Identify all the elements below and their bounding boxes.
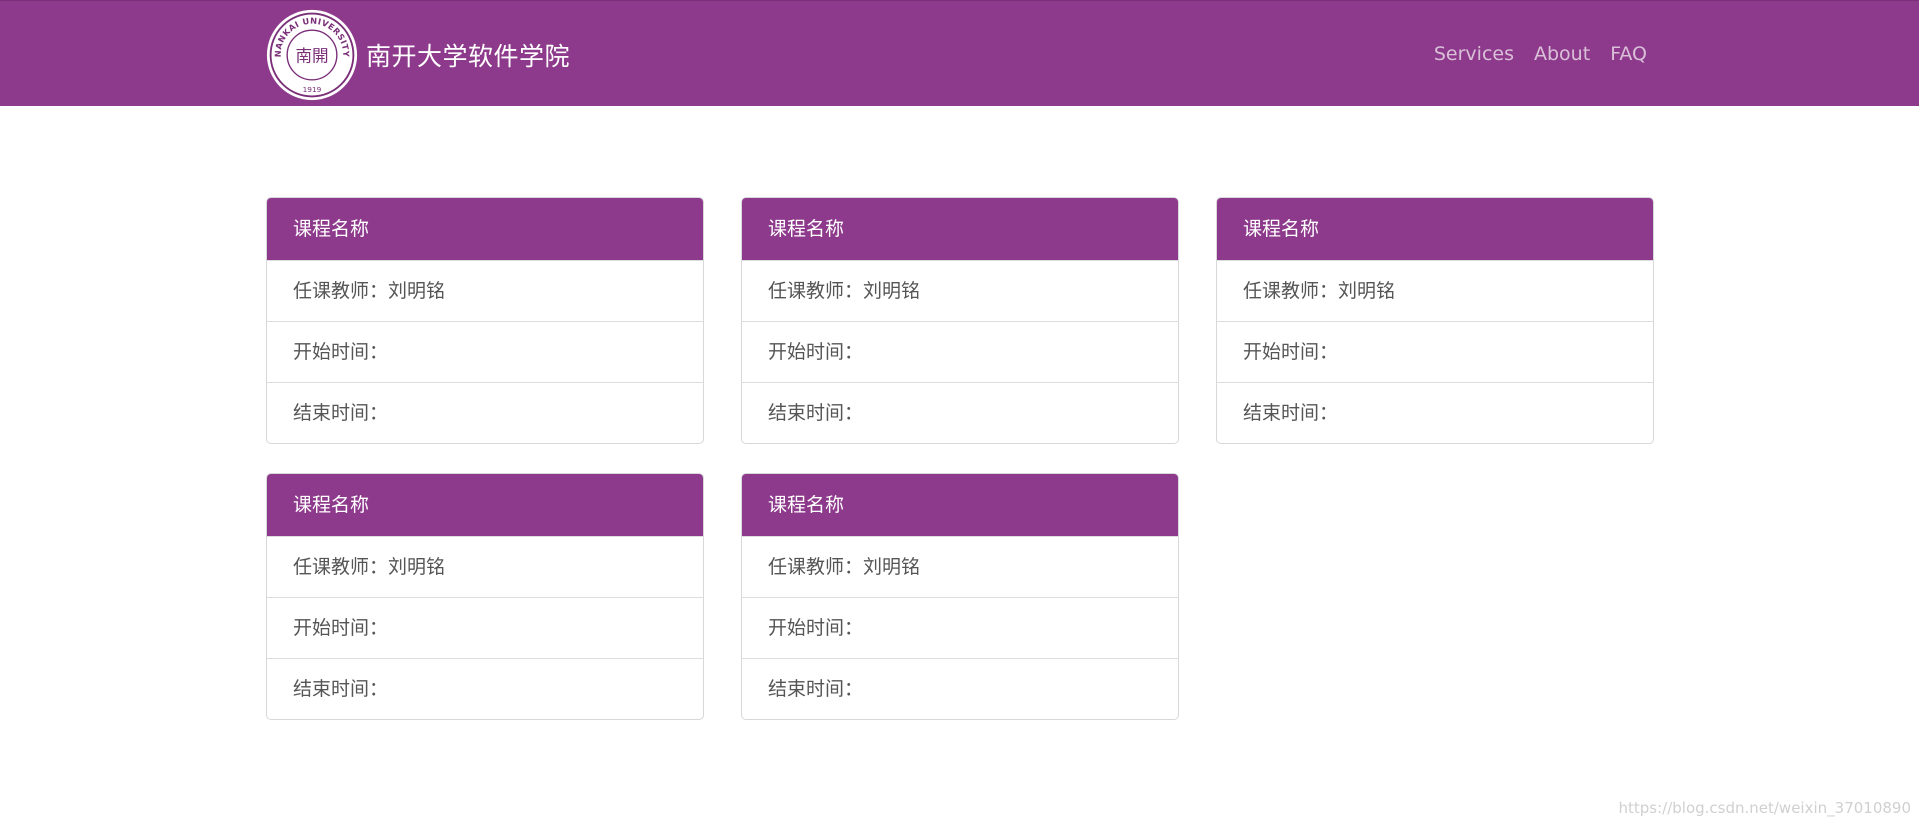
course-start-time: 开始时间： <box>742 321 1178 382</box>
course-end-time: 结束时间： <box>267 658 703 719</box>
course-card[interactable]: 课程名称 任课教师：刘明铭 开始时间： 结束时间： <box>266 473 704 720</box>
brand-name: 南开大学软件学院 <box>366 42 571 71</box>
university-seal-logo: NANKAI UNIVERSITY 南開 1919 <box>266 9 358 101</box>
course-card[interactable]: 课程名称 任课教师：刘明铭 开始时间： 结束时间： <box>1216 197 1654 444</box>
course-start-time: 开始时间： <box>267 321 703 382</box>
brand[interactable]: NANKAI UNIVERSITY 南開 1919 南开大学软件学院 <box>266 9 570 101</box>
course-teacher: 任课教师：刘明铭 <box>1217 260 1653 321</box>
course-teacher: 任课教师：刘明铭 <box>742 536 1178 597</box>
nav-link-services[interactable]: Services <box>1434 43 1514 65</box>
watermark: https://blog.csdn.net/weixin_37010890 <box>1618 799 1911 817</box>
nav-link-about[interactable]: About <box>1534 43 1590 65</box>
logo-year: 1919 <box>303 85 322 94</box>
course-title: 课程名称 <box>267 474 703 536</box>
nav-link-faq[interactable]: FAQ <box>1610 43 1647 65</box>
course-end-time: 结束时间： <box>267 382 703 443</box>
logo-center-text: 南開 <box>295 46 328 65</box>
course-card[interactable]: 课程名称 任课教师：刘明铭 开始时间： 结束时间： <box>741 473 1179 720</box>
course-start-time: 开始时间： <box>742 597 1178 658</box>
course-end-time: 结束时间： <box>1217 382 1653 443</box>
course-card[interactable]: 课程名称 任课教师：刘明铭 开始时间： 结束时间： <box>741 197 1179 444</box>
course-title: 课程名称 <box>267 198 703 260</box>
course-title: 课程名称 <box>1217 198 1653 260</box>
top-navbar: NANKAI UNIVERSITY 南開 1919 南开大学软件学院 Servi… <box>0 0 1919 106</box>
course-start-time: 开始时间： <box>1217 321 1653 382</box>
course-card[interactable]: 课程名称 任课教师：刘明铭 开始时间： 结束时间： <box>266 197 704 444</box>
course-teacher: 任课教师：刘明铭 <box>267 536 703 597</box>
course-teacher: 任课教师：刘明铭 <box>267 260 703 321</box>
course-start-time: 开始时间： <box>267 597 703 658</box>
nav-links: Services About FAQ <box>1434 1 1647 107</box>
course-title: 课程名称 <box>742 198 1178 260</box>
course-teacher: 任课教师：刘明铭 <box>742 260 1178 321</box>
course-end-time: 结束时间： <box>742 382 1178 443</box>
course-end-time: 结束时间： <box>742 658 1178 719</box>
course-title: 课程名称 <box>742 474 1178 536</box>
